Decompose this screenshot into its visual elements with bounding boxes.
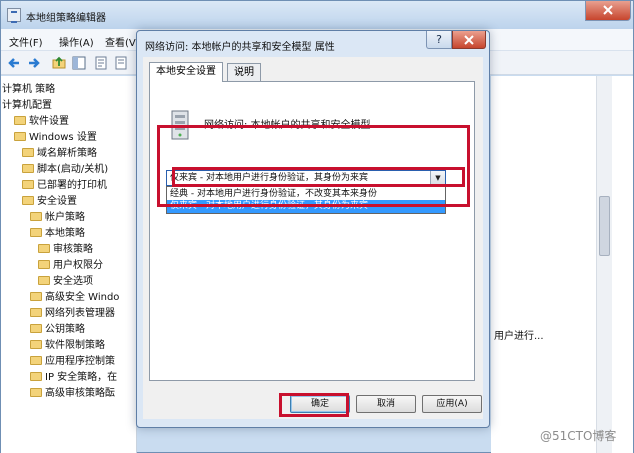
menu-view[interactable]: 查看(V) (105, 34, 140, 49)
dialog-title: 网络访问: 本地帐户的共享和安全模型 属性 (145, 42, 335, 53)
tree-item[interactable]: 用户权限分 (38, 258, 103, 274)
folder-icon (30, 372, 42, 381)
tree-item-label: 网络列表管理器 (45, 308, 115, 319)
tab-explain[interactable]: 说明 (227, 63, 261, 81)
folder-icon (30, 308, 42, 317)
folder-icon (30, 340, 42, 349)
folder-icon (38, 260, 50, 269)
folder-icon (14, 132, 26, 141)
properties-icon (95, 56, 107, 70)
annotation-box-option (172, 167, 465, 187)
tree-item[interactable]: 高级安全 Windo (30, 290, 119, 306)
tree-item-label: 应用程序控制策 (45, 356, 115, 367)
export-list-icon (115, 56, 127, 70)
tree-item-label: 用户权限分 (53, 260, 103, 271)
forward-button[interactable] (25, 55, 41, 71)
folder-icon (38, 276, 50, 285)
back-button[interactable] (7, 55, 23, 71)
folder-icon (30, 292, 42, 301)
folder-icon (22, 148, 34, 157)
tree-item-label: 脚本(启动/关机) (37, 164, 109, 175)
tree-item-label: 帐户策略 (45, 212, 85, 223)
tree-item-label: 安全设置 (37, 196, 77, 207)
folder-icon (30, 388, 42, 397)
apply-button[interactable]: 应用(A) (422, 395, 482, 413)
main-title-bar: 本地组策略编辑器 (1, 1, 633, 29)
tree-item[interactable]: 软件限制策略 (30, 338, 105, 354)
up-folder-button[interactable] (51, 55, 67, 71)
tree-item-label: 本地策略 (45, 228, 85, 239)
console-tree-icon (72, 56, 86, 70)
annotation-box-combo (157, 125, 470, 207)
close-icon (464, 35, 474, 45)
tree-item[interactable]: 审核策略 (38, 242, 93, 258)
tree-item-label: IP 安全策略，在 (45, 372, 118, 383)
tree-item-label: 已部署的打印机 (37, 180, 107, 191)
folder-icon (22, 164, 34, 173)
folder-icon (22, 180, 34, 189)
export-button[interactable] (113, 55, 129, 71)
tree-item[interactable]: 安全选项 (38, 274, 93, 290)
tree-item[interactable]: 高级审核策略酝 (30, 386, 115, 402)
main-window-title: 本地组策略编辑器 (26, 13, 106, 24)
help-question-icon: ? (436, 33, 442, 46)
folder-icon (30, 228, 42, 237)
show-hide-tree-button[interactable] (71, 55, 87, 71)
tree-item-label: 软件限制策略 (45, 340, 105, 351)
tree-item-label: Windows 设置 (29, 132, 97, 143)
details-scrollbar[interactable] (596, 76, 612, 453)
tree-item[interactable]: 软件设置 (14, 114, 69, 130)
menu-file[interactable]: 文件(F) (9, 34, 43, 49)
back-arrow-icon (8, 58, 19, 68)
tree-item[interactable]: IP 安全策略，在 (30, 370, 117, 386)
properties-button[interactable] (93, 55, 109, 71)
dialog-body: 本地安全设置 说明 网络访问: 本地帐户的共享和安全模型 仅来宾 - 对本地用户… (143, 57, 483, 419)
folder-icon (30, 356, 42, 365)
watermark-text: @51CTO博客 (540, 429, 617, 443)
tree-item-label: 高级审核策略酝 (45, 388, 115, 399)
folder-icon (30, 212, 42, 221)
folder-icon (38, 244, 50, 253)
details-row-text[interactable]: 用户进行... (494, 327, 544, 342)
dialog-help-button[interactable]: ? (426, 31, 452, 49)
tree-item-label: 高级安全 Windo (45, 292, 120, 303)
close-icon (603, 5, 613, 15)
folder-icon (22, 196, 34, 205)
policy-editor-app-icon (7, 8, 21, 23)
tree-item-label: 审核策略 (53, 244, 93, 255)
policy-properties-dialog: 网络访问: 本地帐户的共享和安全模型 属性 ? 本地安全设置 说明 网络访问: … (136, 30, 490, 428)
up-folder-icon (52, 56, 66, 69)
tree-item[interactable]: 本地策略 (30, 226, 85, 242)
tree-item[interactable]: 安全设置 (22, 194, 77, 210)
menu-action[interactable]: 操作(A) (59, 34, 94, 49)
tree-item-label: 计算机配置 (2, 100, 52, 111)
forward-arrow-icon (29, 58, 40, 68)
tree-item[interactable]: 已部署的打印机 (22, 178, 107, 194)
tree-item[interactable]: 域名解析策略 (22, 146, 97, 162)
tree-item-label: 公钥策略 (45, 324, 85, 335)
tree-item-label: 域名解析策略 (37, 148, 97, 159)
tab-local-security-setting[interactable]: 本地安全设置 (149, 62, 223, 82)
tree-item[interactable]: 网络列表管理器 (30, 306, 115, 322)
tree-item[interactable]: 帐户策略 (30, 210, 85, 226)
folder-icon (14, 116, 26, 125)
tree-item[interactable]: Windows 设置 (14, 130, 97, 146)
main-close-button[interactable] (585, 1, 631, 21)
tree-item[interactable]: 脚本(启动/关机) (22, 162, 108, 178)
annotation-box-ok (279, 393, 349, 417)
cancel-button[interactable]: 取消 (356, 395, 416, 413)
dialog-close-button[interactable] (452, 31, 486, 49)
scrollbar-thumb[interactable] (599, 196, 610, 256)
folder-icon (30, 324, 42, 333)
tree-item[interactable]: 计算机 策略 (2, 82, 55, 98)
tree-item[interactable]: 应用程序控制策 (30, 354, 115, 370)
tree-item-label: 计算机 策略 (2, 84, 56, 95)
tree-item-label: 软件设置 (29, 116, 69, 127)
tree-item-label: 安全选项 (53, 276, 93, 287)
tree-item[interactable]: 公钥策略 (30, 322, 85, 338)
tree-item[interactable]: 计算机配置 (2, 98, 52, 114)
